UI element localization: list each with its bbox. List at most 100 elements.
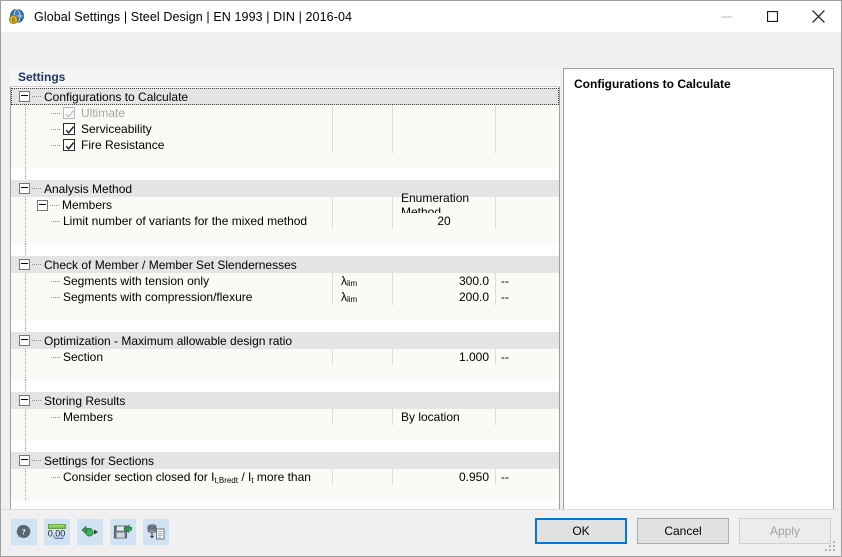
tree-guide: [25, 440, 26, 452]
row-label-wrap: Serviceability: [11, 122, 152, 136]
tree-connector: [50, 204, 60, 206]
symbol-cell: [332, 121, 392, 137]
tab-settings[interactable]: Settings: [10, 70, 65, 84]
expander-collapse-icon[interactable]: [19, 183, 30, 194]
tree-row[interactable]: By location Members: [11, 409, 559, 425]
tree-connector: [51, 476, 61, 478]
expander-collapse-icon[interactable]: [19, 455, 30, 466]
checkbox[interactable]: [63, 139, 75, 151]
row-label-wrap: Segments with compression/flexure: [11, 290, 252, 304]
tree-guide: [25, 229, 26, 244]
row-label: Ultimate: [81, 106, 126, 120]
row-label-wrap: Fire Resistance: [11, 138, 164, 152]
row-label-wrap: Limit number of variants for the mixed m…: [11, 214, 307, 228]
tree-connector: [32, 96, 42, 97]
row-label: Serviceability: [81, 122, 152, 136]
expander-collapse-icon[interactable]: [19, 395, 30, 406]
tree-guide: [25, 485, 26, 500]
unit-cell: [495, 409, 559, 425]
tree-group-header[interactable]: Settings for Sections: [11, 452, 559, 469]
value-cell[interactable]: 200.0: [392, 289, 495, 305]
group-label-wrap: Check of Member / Member Set Slenderness…: [11, 258, 297, 272]
tree-row[interactable]: 0.950 -- Consider section closed for It,Br…: [11, 469, 559, 485]
tree-guide: [25, 153, 26, 168]
tree-row[interactable]: 20 Limit number of variants for the mixed…: [11, 213, 559, 229]
maximize-button[interactable]: [749, 1, 795, 32]
tree-row[interactable]: λ lim 200.0 -- Segments with compression/fle…: [11, 289, 559, 305]
tree-row[interactable]: λ lim 300.0 -- Segments with tension only: [11, 273, 559, 289]
ok-button[interactable]: OK: [535, 518, 627, 544]
database-report-icon[interactable]: [143, 519, 169, 545]
apply-button: Apply: [739, 518, 831, 544]
symbol-cell: [332, 213, 392, 229]
settings-tree[interactable]: Configurations to Calculate Ultimate Servi…: [11, 88, 559, 537]
import-settings-icon[interactable]: [77, 519, 103, 545]
tree-connector: [51, 296, 61, 298]
value-cell[interactable]: 1.000: [392, 349, 495, 365]
value-cell[interactable]: Enumeration Method: [392, 191, 495, 219]
checkbox[interactable]: [63, 123, 75, 135]
group-label-wrap: Configurations to Calculate: [11, 90, 188, 104]
dialog-body: Configurations to Calculate Ultimate Servi…: [1, 32, 841, 556]
tree-guide: [25, 305, 26, 320]
cancel-button[interactable]: Cancel: [637, 518, 729, 544]
app-globe-icon: 6: [8, 8, 26, 26]
tree-guide: [25, 380, 26, 392]
row-label: Section: [63, 350, 104, 364]
tree-guide: [25, 168, 26, 180]
settings-tree-panel: Configurations to Calculate Ultimate Servi…: [10, 68, 560, 538]
info-panel-title: Configurations to Calculate: [574, 77, 731, 91]
expander-collapse-icon[interactable]: [19, 91, 30, 102]
group-spacer: [11, 320, 559, 332]
resize-grip[interactable]: [825, 541, 837, 553]
value-cell[interactable]: 300.0: [392, 273, 495, 289]
tree-connector: [32, 188, 42, 189]
svg-text:0,00: 0,00: [48, 529, 66, 539]
number-format-icon[interactable]: 0,00: [44, 519, 70, 545]
minimize-button[interactable]: [703, 1, 749, 32]
tree-row[interactable]: Ultimate: [11, 105, 559, 121]
group-label-wrap: Storing Results: [11, 394, 125, 408]
save-settings-icon[interactable]: [110, 519, 136, 545]
tree-row[interactable]: Serviceability: [11, 121, 559, 137]
tree-connector: [51, 356, 61, 358]
tree-guide: [25, 365, 26, 380]
expander-collapse-icon[interactable]: [19, 335, 30, 346]
group-label: Optimization - Maximum allowable design …: [44, 333, 293, 348]
unit-cell: [495, 137, 559, 153]
window-title: Global Settings | Steel Design | EN 1993…: [34, 9, 353, 24]
symbol-cell: [332, 105, 392, 121]
tree-row[interactable]: Enumeration Method Members: [11, 191, 559, 219]
value-cell[interactable]: [392, 105, 495, 121]
group-blank-row: [11, 485, 559, 500]
group-label: Analysis Method: [44, 181, 133, 196]
symbol-cell: [332, 409, 392, 425]
unit-cell: --: [495, 289, 559, 305]
value-cell[interactable]: 20: [392, 213, 495, 229]
help-info-icon[interactable]: ?: [11, 519, 37, 545]
group-label-wrap: Optimization - Maximum allowable design …: [11, 334, 292, 348]
tree-group-header[interactable]: Storing Results: [11, 392, 559, 409]
settings-tab-strip: Settings: [10, 68, 560, 87]
tree-group-header[interactable]: Check of Member / Member Set Slenderness…: [11, 256, 559, 273]
row-label: Limit number of variants for the mixed m…: [63, 214, 308, 228]
tree-row[interactable]: 1.000 -- Section: [11, 349, 559, 365]
group-label: Configurations to Calculate: [44, 89, 189, 104]
svg-text:?: ?: [22, 528, 26, 537]
group-spacer: [11, 244, 559, 256]
value-cell[interactable]: By location: [392, 409, 495, 425]
close-button[interactable]: [795, 1, 841, 32]
value-cell[interactable]: [392, 137, 495, 153]
tree-connector: [32, 264, 42, 265]
unit-cell: [495, 105, 559, 121]
tree-group-header[interactable]: Optimization - Maximum allowable design …: [11, 332, 559, 349]
expander-collapse-icon[interactable]: [19, 259, 30, 270]
value-cell[interactable]: 0.950: [392, 469, 495, 485]
group-spacer: [11, 168, 559, 180]
tree-row[interactable]: Fire Resistance: [11, 137, 559, 153]
dialog-buttons: OK Cancel Apply: [535, 518, 831, 544]
tree-group-header[interactable]: Configurations to Calculate: [11, 88, 559, 105]
tree-connector: [51, 220, 61, 222]
expander-collapse-icon[interactable]: [37, 199, 48, 211]
value-cell[interactable]: [392, 121, 495, 137]
